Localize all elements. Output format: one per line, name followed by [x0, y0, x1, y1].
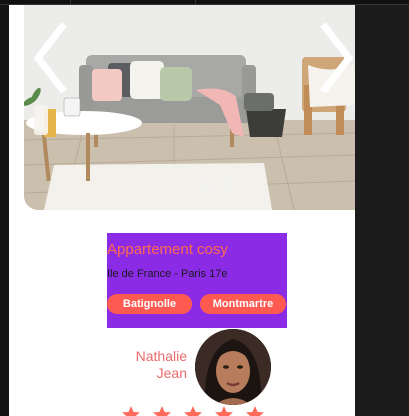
right-panel	[355, 5, 409, 416]
host-first-name: Nathalie	[135, 348, 187, 364]
left-edge	[0, 5, 9, 416]
chevron-left-icon	[33, 23, 67, 93]
photo-carousel[interactable]: 1 / 5	[24, 5, 355, 210]
rating-stars	[121, 405, 271, 416]
listing-info: Appartement cosy Ile de France - Paris 1…	[107, 233, 287, 328]
star-icon	[153, 406, 171, 416]
star-icon	[246, 406, 264, 416]
listing-location: Ile de France - Paris 17e	[107, 268, 228, 280]
star-icon	[122, 406, 140, 416]
star-icon	[184, 406, 202, 416]
tag-montmartre[interactable]: Montmartre	[200, 294, 286, 314]
star-icon	[215, 406, 233, 416]
host-portrait	[195, 329, 271, 405]
carousel-prev-button[interactable]	[32, 23, 72, 93]
carousel-next-button[interactable]	[315, 23, 355, 93]
host-last-name: Jean	[156, 365, 187, 381]
living-room-photo	[24, 5, 355, 210]
tag-batignolle[interactable]: Batignolle	[107, 294, 192, 314]
host-name[interactable]: Nathalie Jean	[117, 348, 187, 382]
chevron-right-icon	[320, 23, 354, 93]
listing-card: 1 / 5 Appartement cosy Ile de France - P…	[9, 5, 355, 416]
listing-title[interactable]: Appartement cosy	[107, 241, 228, 258]
host-avatar[interactable]	[195, 329, 271, 405]
carousel-counter: 1 / 5	[199, 176, 232, 192]
